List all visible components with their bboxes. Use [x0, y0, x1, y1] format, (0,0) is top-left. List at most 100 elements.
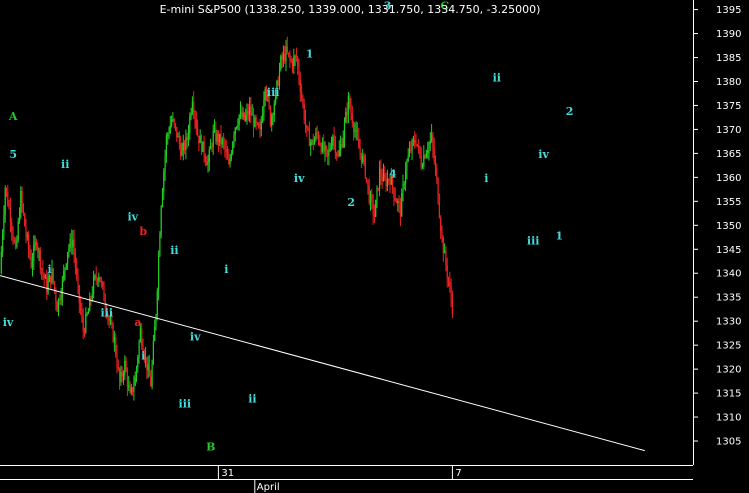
- candle-body: [18, 217, 21, 222]
- candle-body: [46, 277, 48, 293]
- candle-body: [156, 290, 158, 316]
- candle-body: [163, 171, 165, 192]
- wave-label: b: [139, 225, 147, 238]
- candle-body: [47, 281, 49, 293]
- candle-body: [42, 269, 44, 274]
- candle-body: [401, 193, 403, 217]
- y-tick-label: 1390: [716, 29, 741, 40]
- candle-body: [315, 132, 317, 140]
- y-tick-label: 1315: [716, 389, 741, 400]
- candle-body: [189, 116, 191, 133]
- candle-body: [236, 126, 238, 129]
- candle-body: [60, 295, 62, 301]
- candle-body: [345, 112, 347, 123]
- candle-body: [128, 385, 130, 387]
- candle-body: [229, 158, 231, 164]
- candle-body: [139, 328, 141, 342]
- candle-body: [354, 130, 356, 132]
- candle-body: [414, 140, 416, 144]
- candle-body: [373, 214, 375, 217]
- candle-body: [109, 320, 112, 322]
- candle-body: [130, 387, 132, 393]
- candle-body: [286, 46, 288, 53]
- y-tick-label: 1320: [716, 365, 741, 376]
- candle-body: [301, 92, 303, 98]
- candle-body: [22, 204, 24, 214]
- candle-body: [50, 275, 52, 283]
- candle-body: [304, 119, 307, 126]
- candle-body: [299, 79, 301, 93]
- candle-body: [173, 119, 175, 124]
- candle-body: [324, 146, 326, 152]
- candle-body: [9, 207, 11, 223]
- candle-body: [155, 315, 157, 327]
- candle-body: [174, 123, 177, 127]
- candle-body: [386, 179, 388, 187]
- candle-body: [61, 279, 63, 296]
- candle-body: [158, 256, 160, 291]
- candle-body: [319, 141, 321, 145]
- candle-body: [393, 187, 395, 198]
- candle-body: [271, 115, 273, 126]
- candle-body: [199, 136, 201, 144]
- candle-body: [7, 191, 9, 206]
- candle-body: [291, 61, 294, 67]
- candle-body: [164, 155, 166, 172]
- candle-body: [41, 268, 43, 270]
- candle-body: [154, 327, 156, 342]
- candle-body: [17, 221, 19, 239]
- candle-body: [99, 276, 101, 282]
- candle-body: [161, 191, 164, 207]
- candle-body: [395, 200, 398, 203]
- candle-body: [420, 155, 422, 168]
- candle-body: [246, 110, 248, 116]
- candle-body: [134, 377, 136, 386]
- candle-body: [259, 127, 261, 130]
- candle-body: [273, 103, 275, 115]
- candle-body: [403, 183, 405, 185]
- candle-body: [330, 146, 333, 149]
- candle-body: [85, 314, 87, 333]
- candle-body: [451, 298, 453, 314]
- candle-body: [52, 268, 54, 282]
- candle-body: [207, 162, 209, 166]
- wave-label: iv: [190, 330, 201, 343]
- candle-body: [93, 277, 95, 294]
- candle-body: [285, 46, 287, 61]
- y-tick-label: 1360: [716, 173, 741, 184]
- candle-body: [26, 235, 28, 237]
- candle-body: [307, 128, 309, 130]
- candle-body: [290, 58, 292, 62]
- candle-body: [269, 106, 271, 126]
- candle-body: [416, 144, 418, 146]
- candle-body: [181, 150, 183, 156]
- candle-body: [221, 138, 223, 145]
- candle-body: [112, 324, 114, 342]
- candle-body: [255, 117, 257, 123]
- wave-label: 5: [9, 148, 17, 161]
- candle-body: [186, 136, 188, 141]
- y-tick-label: 1345: [716, 245, 741, 256]
- candle-body: [169, 125, 171, 133]
- candle-body: [33, 244, 35, 261]
- candle-body: [57, 299, 60, 312]
- candle-body: [216, 133, 218, 142]
- candle-body: [408, 149, 411, 156]
- candle-body: [405, 171, 407, 184]
- candle-body: [441, 230, 443, 238]
- candle-body: [165, 136, 167, 156]
- candle-body: [263, 99, 265, 114]
- candle-body: [190, 112, 192, 117]
- candle-body: [241, 111, 243, 118]
- candle-body: [281, 56, 283, 60]
- candle-body: [132, 387, 134, 392]
- candle-body: [125, 360, 127, 372]
- candle-body: [37, 246, 39, 251]
- candle-body: [171, 119, 173, 126]
- month-label: April: [257, 482, 280, 493]
- candle-body: [432, 134, 434, 148]
- candle-body: [406, 161, 408, 172]
- candle-body: [69, 238, 71, 248]
- candle-body: [5, 188, 8, 192]
- candle-body: [12, 230, 14, 240]
